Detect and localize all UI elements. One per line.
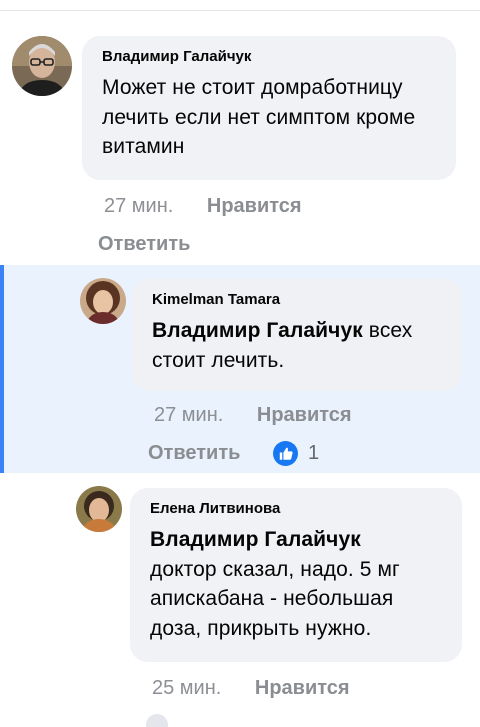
comment-time[interactable]: 25 мин. [152, 677, 221, 700]
like-button[interactable]: Нравится [257, 404, 352, 427]
reaction-summary[interactable]: 1 [273, 441, 319, 466]
next-item-clipped [146, 714, 168, 727]
reply-button[interactable]: Ответить [98, 233, 190, 256]
comment-text: Владимир Галайчук всех стоит лечить. [152, 316, 444, 375]
comment-text: Может не стоит домработницу лечить если … [102, 73, 438, 162]
like-button[interactable]: Нравится [255, 677, 350, 700]
like-button[interactable]: Нравится [207, 195, 302, 218]
avatar[interactable] [80, 278, 126, 324]
comment-meta: 25 мин. Нравится [152, 677, 350, 700]
mention-link[interactable]: Владимир Галайчук [150, 525, 444, 555]
mention-link[interactable]: Владимир Галайчук [152, 319, 363, 342]
comment-3: Елена Литвинова Владимир Галайчук доктор… [0, 473, 480, 727]
avatar[interactable] [12, 36, 72, 96]
comment-bubble: Владимир Галайчук Может не стоит домрабо… [82, 36, 456, 180]
comment-author[interactable]: Владимир Галайчук [102, 47, 438, 67]
comment-time[interactable]: 27 мин. [104, 195, 173, 218]
comment-text: Владимир Галайчук доктор сказал, надо. 5… [150, 525, 444, 643]
comment-meta: 27 мин. Нравится [154, 404, 352, 427]
comment-body: Может не стоит домработницу лечить если … [102, 76, 416, 158]
comment-time[interactable]: 27 мин. [154, 404, 223, 427]
comment-bubble: Kimelman Tamara Владимир Галайчук всех с… [132, 279, 462, 391]
avatar[interactable] [76, 486, 122, 532]
comment-2-highlighted: Kimelman Tamara Владимир Галайчук всех с… [0, 265, 480, 473]
thumbs-up-icon [273, 441, 298, 466]
reaction-count: 1 [308, 442, 320, 464]
comment-bubble: Елена Литвинова Владимир Галайчук доктор… [130, 488, 462, 662]
highlight-bar [0, 265, 4, 473]
comment-1: Владимир Галайчук Может не стоит домрабо… [0, 0, 480, 265]
reply-button[interactable]: Ответить [148, 442, 240, 465]
comment-body: доктор сказал, надо. 5 мг апискабана - н… [150, 557, 400, 640]
comment-meta: 27 мин. Нравится [104, 195, 302, 218]
comment-author[interactable]: Kimelman Tamara [152, 290, 444, 310]
comment-author[interactable]: Елена Литвинова [150, 499, 444, 519]
